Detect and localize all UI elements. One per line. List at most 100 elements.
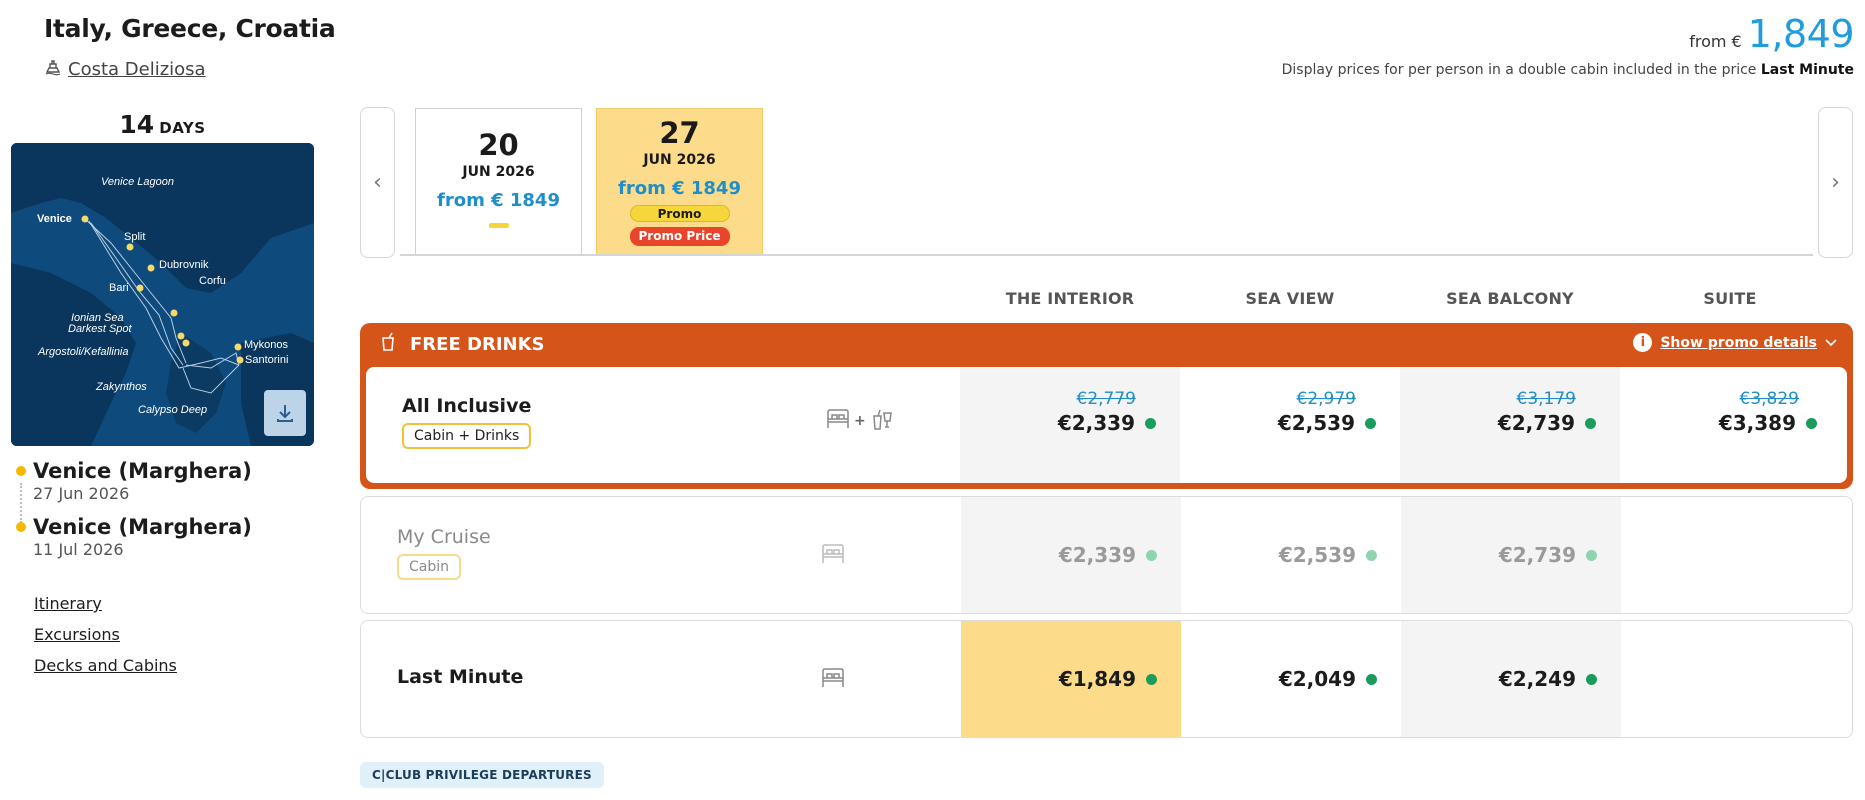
- svg-text:Split: Split: [124, 231, 145, 243]
- show-promo-details-button[interactable]: i Show promo details: [1633, 333, 1837, 352]
- disclaimer-text: Display prices for per person in a doubl…: [1281, 62, 1757, 78]
- price-amount: €2,339: [1058, 543, 1136, 567]
- price-amount: €2,539: [1278, 543, 1356, 567]
- departure-dot: [16, 466, 26, 476]
- price-value: €3,389: [1719, 411, 1817, 435]
- download-icon: [277, 405, 293, 422]
- carousel-prev-button[interactable]: ‹: [360, 107, 395, 258]
- price-amount: €2,049: [1278, 667, 1356, 691]
- svg-text:Darkest Spot: Darkest Spot: [68, 323, 133, 335]
- price-cell-interior[interactable]: €1,849: [961, 621, 1181, 737]
- download-map-button[interactable]: [264, 390, 306, 436]
- promo-details-link[interactable]: Show promo details: [1660, 335, 1817, 351]
- price-summary: from € 1,849: [1689, 12, 1854, 56]
- ship-link[interactable]: Costa Deliziosa: [44, 58, 206, 81]
- price-value: €2,539: [1278, 411, 1376, 435]
- promo-pill: Promo: [629, 205, 730, 222]
- price-cell-interior[interactable]: €2,779 €2,339: [960, 367, 1180, 483]
- departure-date: 27 Jun 2026: [33, 484, 130, 503]
- date-card-27-jun[interactable]: 27 JUN 2026 from € 1849 Promo Promo Pric…: [596, 108, 763, 255]
- svg-text:Argostoli/Kefallinia: Argostoli/Kefallinia: [37, 346, 129, 358]
- chevron-right-icon: ›: [1831, 170, 1840, 195]
- old-price: €3,829: [1739, 389, 1799, 409]
- date-price: from € 1849: [618, 178, 741, 199]
- arrival-port: Venice (Marghera) 11 Jul 2026: [33, 515, 252, 559]
- price-cell-sea-view[interactable]: €2,979 €2,539: [1180, 367, 1400, 483]
- bed-icon: [821, 667, 845, 693]
- price-value: €2,539: [1279, 543, 1377, 567]
- bed-icon: [826, 408, 850, 434]
- svg-text:Venice Lagoon: Venice Lagoon: [101, 176, 174, 188]
- rate-row-last-minute[interactable]: Last Minute €1,849 €2,049 €2,249: [360, 620, 1853, 738]
- rate-includes: +: [826, 407, 894, 435]
- disclaimer-rate: Last Minute: [1760, 62, 1854, 78]
- svg-text:Zakynthos: Zakynthos: [95, 381, 147, 393]
- rate-badge: Cabin + Drinks: [402, 423, 532, 449]
- price-amount: €1,849: [1058, 667, 1136, 691]
- price-value: €2,049: [1279, 667, 1377, 691]
- availability-dot: [1366, 673, 1377, 685]
- svg-text:Corfu: Corfu: [199, 275, 226, 287]
- rate-name: Last Minute: [397, 666, 524, 688]
- price-value: €2,339: [1059, 543, 1157, 567]
- from-label: from €: [1689, 32, 1742, 51]
- svg-text:Bari: Bari: [109, 282, 129, 294]
- price-cell-sea-view[interactable]: €2,049: [1181, 621, 1401, 737]
- price-cell-sea-view[interactable]: €2,539: [1181, 497, 1401, 613]
- column-suite: SUITE: [1703, 289, 1757, 308]
- promo-indicator: [488, 223, 509, 228]
- rate-includes: [821, 543, 845, 569]
- chevron-down-icon: [1825, 335, 1837, 351]
- rate-row-my-cruise[interactable]: My Cruise Cabin €2,339 €2,539 €2,739: [360, 496, 1853, 614]
- ship-name[interactable]: Costa Deliziosa: [68, 59, 206, 80]
- days-label: DAYS: [159, 119, 206, 137]
- price-value: €2,339: [1058, 411, 1156, 435]
- date-card-20-jun[interactable]: 20 JUN 2026 from € 1849: [415, 108, 582, 255]
- promo-bar: FREE DRINKS: [360, 323, 1853, 365]
- availability-dot: [1586, 549, 1597, 561]
- availability-dot: [1806, 417, 1817, 429]
- departure-port-name: Venice (Marghera): [33, 459, 252, 483]
- drinks-icon: [870, 407, 894, 435]
- page-title: Italy, Greece, Croatia: [44, 14, 336, 43]
- price-amount: €3,389: [1718, 411, 1796, 435]
- arrival-port-name: Venice (Marghera): [33, 515, 252, 539]
- price-amount: €2,739: [1498, 543, 1576, 567]
- availability-dot: [1146, 549, 1157, 561]
- drink-glass-icon: [380, 332, 396, 357]
- promo-title: FREE DRINKS: [410, 333, 545, 355]
- price-cell-suite[interactable]: €3,829 €3,389: [1620, 367, 1847, 483]
- price-cell-interior[interactable]: €2,339: [961, 497, 1181, 613]
- price-cell-sea-balcony[interactable]: €3,179 €2,739: [1400, 367, 1620, 483]
- price-amount: €2,539: [1277, 411, 1355, 435]
- free-drinks-promo: FREE DRINKS i Show promo details All Inc…: [360, 323, 1853, 489]
- plus-sign: +: [854, 413, 866, 429]
- link-itinerary[interactable]: Itinerary: [34, 594, 177, 613]
- cclub-privilege-badge[interactable]: C|CLUB PRIVILEGE DEPARTURES: [360, 762, 604, 788]
- link-decks-cabins[interactable]: Decks and Cabins: [34, 656, 177, 675]
- bed-icon: [821, 543, 845, 569]
- rate-name: My Cruise: [397, 526, 491, 548]
- carousel-next-button[interactable]: ›: [1818, 107, 1853, 258]
- price-value: €2,739: [1498, 411, 1596, 435]
- svg-text:Calypso Deep: Calypso Deep: [138, 404, 207, 416]
- old-price: €2,779: [1076, 389, 1136, 409]
- side-links: Itinerary Excursions Decks and Cabins: [34, 594, 177, 687]
- rate-name: All Inclusive: [402, 395, 532, 417]
- availability-dot: [1586, 673, 1597, 685]
- date-day: 20: [478, 128, 519, 162]
- price-disclaimer: Display prices for per person in a doubl…: [1282, 62, 1854, 78]
- date-price: from € 1849: [437, 190, 560, 211]
- price-cell-sea-balcony[interactable]: €2,739: [1401, 497, 1621, 613]
- svg-text:Dubrovnik: Dubrovnik: [159, 259, 209, 271]
- itinerary-map[interactable]: Venice Lagoon Venice Split Dubrovnik Cor…: [11, 143, 314, 446]
- link-excursions[interactable]: Excursions: [34, 625, 177, 644]
- lowest-price: 1,849: [1747, 12, 1855, 56]
- price-cell-sea-balcony[interactable]: €2,249: [1401, 621, 1621, 737]
- arrival-dot: [16, 522, 26, 532]
- carousel-divider: [400, 254, 1813, 256]
- rate-row-all-inclusive[interactable]: All Inclusive Cabin + Drinks + €2,779 €2…: [366, 367, 1847, 483]
- column-sea-view: SEA VIEW: [1245, 289, 1335, 308]
- column-sea-balcony: SEA BALCONY: [1446, 289, 1574, 308]
- departure-port: Venice (Marghera) 27 Jun 2026: [33, 459, 252, 503]
